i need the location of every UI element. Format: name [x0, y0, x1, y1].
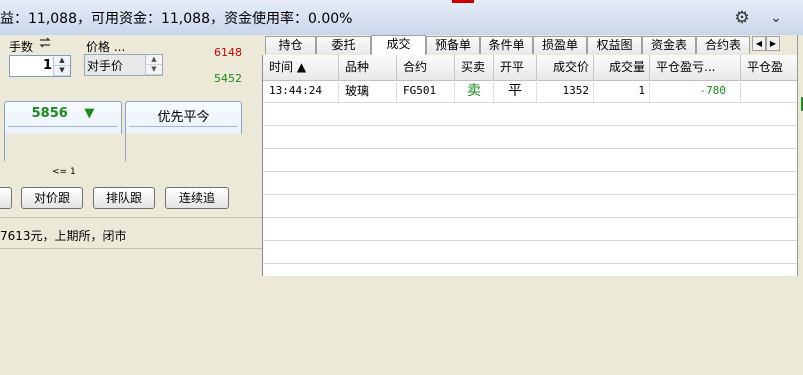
price-mode-select[interactable]: 对手价 ▲ ▼ — [84, 54, 163, 76]
price-mode-value: 对手价 — [87, 59, 124, 73]
account-status-bar: 益：11,088，可用资金：11,088，资金使用率：0.00% ⚙ ⌄ — [0, 0, 803, 36]
tab-bar: 持仓 委托 成交 预备单 条件单 损盈单 权益图 资金表 合约表 ◀ ▶ — [262, 35, 803, 55]
trade-contract: FG501 — [397, 80, 455, 102]
trade-time: 13:44:24 — [269, 80, 339, 102]
price-label[interactable]: 价格 ... — [86, 38, 125, 55]
account-summary-text: 益：11,088，可用资金：11,088，资金使用率：0.00% — [0, 11, 353, 27]
trade-side: 卖 — [455, 80, 494, 102]
bid-price: 5452 — [214, 72, 242, 85]
close-priority-label: 优先平今 — [157, 110, 210, 125]
trade-price: 1352 — [537, 80, 594, 102]
continuous-chase-button[interactable]: 连续追 — [165, 187, 229, 209]
trades-area: 持仓 委托 成交 预备单 条件单 损盈单 权益图 资金表 合约表 ◀ ▶ 时间 … — [262, 35, 803, 276]
table-row-empty — [263, 172, 798, 195]
order-panel: 手数 价格 ... 1 ▲ ▼ 对手价 ▲ ▼ 6148 5452 5856 ▼… — [0, 35, 667, 375]
quantity-value[interactable]: 1 — [10, 58, 52, 73]
tab-conditional-orders[interactable]: 条件单 — [480, 36, 533, 54]
queue-follow-button[interactable]: 排队跟 — [93, 187, 155, 209]
tab-stop-orders[interactable]: 损盈单 — [533, 36, 587, 54]
swap-icon[interactable] — [38, 37, 52, 52]
limit-note: <= 1 — [52, 167, 76, 177]
tab-equity-chart[interactable]: 权益图 — [587, 36, 642, 54]
table-row-empty — [263, 126, 798, 149]
tab-orders[interactable]: 委托 — [316, 36, 371, 54]
close-position-button[interactable]: 优先平今 平仓 — [125, 101, 667, 375]
divider — [0, 248, 262, 249]
trade-product: 玻璃 — [339, 80, 397, 102]
trade-volume: 1 — [594, 80, 650, 102]
table-row-empty — [263, 103, 798, 126]
ask-price: 6148 — [214, 46, 242, 59]
quantity-label: 手数 — [9, 40, 34, 54]
tab-scroll-right-icon[interactable]: ▶ — [766, 36, 780, 51]
column-header-price[interactable]: 成交价 — [537, 55, 594, 80]
column-header-time[interactable]: 时间 ▲ — [263, 55, 339, 80]
tab-scroll-left-icon[interactable]: ◀ — [752, 36, 766, 51]
table-row-empty — [263, 195, 798, 218]
tab-trades[interactable]: 成交 — [371, 35, 426, 55]
price-decrement-icon[interactable]: ▼ — [146, 65, 162, 75]
ticker-marker — [452, 0, 474, 3]
column-header-offset[interactable]: 开平 — [494, 55, 537, 80]
chevron-down-icon[interactable]: ⌄ — [766, 8, 786, 28]
divider — [0, 217, 262, 218]
column-header-close-pnl[interactable]: 平仓盈亏... — [650, 55, 741, 80]
down-arrow-icon: ▼ — [84, 106, 95, 121]
trades-table: 时间 ▲ 品种 合约 买卖 开平 成交价 成交量 平仓盈亏... 平仓盈 13:… — [262, 55, 798, 276]
table-row-empty — [263, 149, 798, 172]
table-header: 时间 ▲ 品种 合约 买卖 开平 成交价 成交量 平仓盈亏... 平仓盈 — [263, 55, 798, 81]
table-row-empty — [263, 218, 798, 241]
gear-icon[interactable]: ⚙ — [733, 9, 751, 27]
column-header-contract[interactable]: 合约 — [397, 55, 455, 80]
counter-follow-button[interactable]: 对价跟 — [21, 187, 83, 209]
column-header-volume[interactable]: 成交量 — [594, 55, 650, 80]
decrement-icon[interactable]: ▼ — [54, 66, 70, 76]
price-increment-icon[interactable]: ▲ — [146, 55, 162, 65]
quantity-stepper[interactable]: 1 ▲ ▼ — [9, 55, 71, 77]
tab-prepared-orders[interactable]: 预备单 — [426, 36, 480, 54]
table-row[interactable]: 13:44:24 玻璃 FG501 卖 平 1352 1 -780 — [263, 80, 798, 103]
trade-close-pnl: -780 — [650, 80, 741, 102]
column-header-close-pnl-2[interactable]: 平仓盈 — [741, 55, 798, 80]
tab-funds[interactable]: 资金表 — [642, 36, 696, 54]
tab-contracts[interactable]: 合约表 — [696, 36, 750, 54]
tab-positions[interactable]: 持仓 — [265, 36, 316, 54]
right-edge-panel — [797, 35, 803, 276]
column-header-side[interactable]: 买卖 — [455, 55, 494, 80]
increment-icon[interactable]: ▲ — [54, 56, 70, 66]
trade-offset: 平 — [494, 80, 537, 102]
trade-close-pnl-2 — [741, 80, 798, 102]
sell-short-price: 5856 — [31, 106, 68, 121]
extra-button[interactable] — [0, 187, 12, 209]
sell-short-button[interactable]: 5856 ▼ 卖空 — [4, 101, 546, 375]
table-row-empty — [263, 241, 798, 264]
contract-info-text: 7613元，上期所，闭市 — [0, 229, 127, 243]
column-header-product[interactable]: 品种 — [339, 55, 397, 80]
